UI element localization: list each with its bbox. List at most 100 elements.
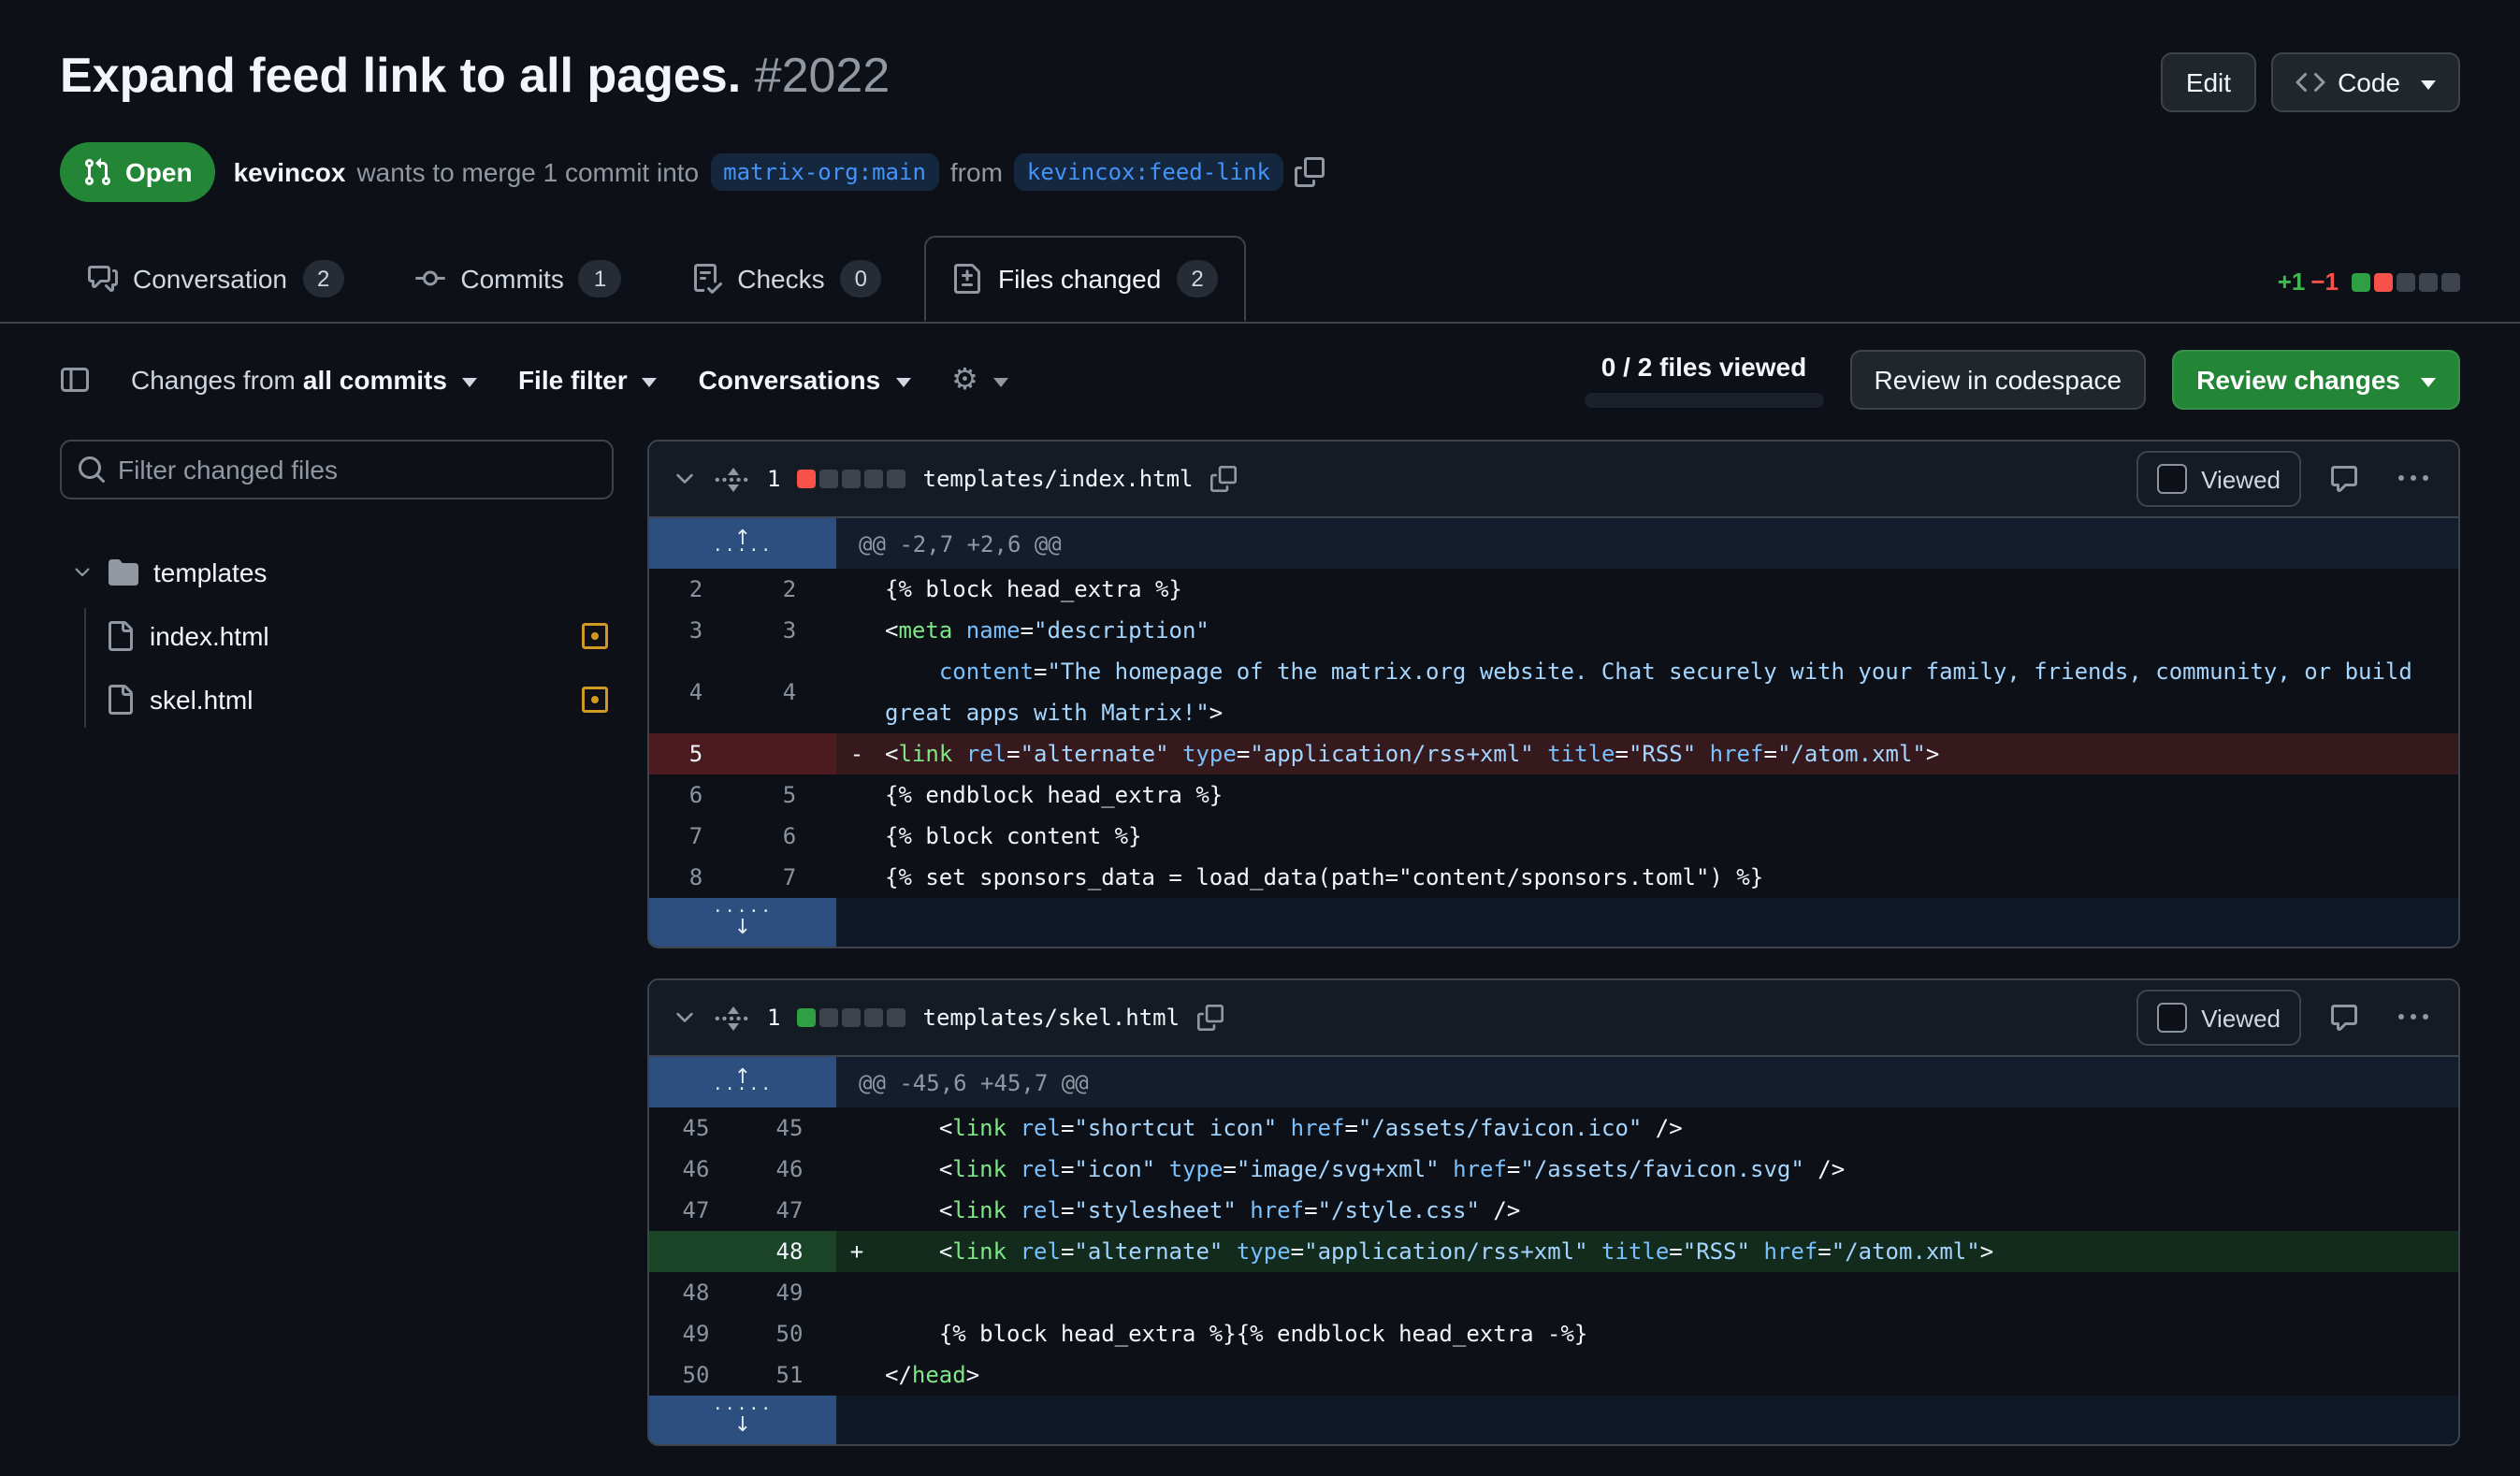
comment-icon[interactable] (2318, 991, 2370, 1044)
new-line-number[interactable]: 48 (743, 1231, 836, 1272)
old-line-number[interactable]: 45 (649, 1107, 743, 1149)
kebab-menu-icon[interactable] (2387, 453, 2440, 505)
viewed-toggle[interactable]: Viewed (2136, 451, 2301, 507)
new-line-number[interactable]: 5 (743, 774, 836, 816)
diff-line: 5-<link rel="alternate" type="applicatio… (649, 733, 2458, 774)
collapse-diff-chevron-icon[interactable] (672, 466, 698, 492)
viewed-checkbox[interactable] (2156, 464, 2186, 494)
hunk-header: @@ -2,7 +2,6 @@ (836, 518, 2458, 569)
tab-files-changed[interactable]: Files changed 2 (925, 236, 1247, 322)
copy-path-icon[interactable] (1196, 1005, 1223, 1031)
old-line-number[interactable]: 48 (649, 1272, 743, 1313)
diff-line: 5051</head> (649, 1354, 2458, 1396)
old-line-number[interactable]: 2 (649, 569, 743, 610)
diff-line: 33<meta name="description" (649, 610, 2458, 651)
tab-count: 0 (840, 260, 882, 297)
conversations-dropdown[interactable]: Conversations (699, 365, 911, 395)
review-in-codespace-button[interactable]: Review in codespace (1850, 350, 2147, 410)
chevron-down-icon (462, 377, 477, 394)
old-line-number[interactable]: 49 (649, 1313, 743, 1354)
collapse-diff-chevron-icon[interactable] (672, 1005, 698, 1031)
file-change-count: 1 (767, 466, 780, 492)
new-line-number[interactable]: 51 (743, 1354, 836, 1396)
diff-table: ↑·····@@ -45,6 +45,7 @@4545 <link rel="s… (649, 1057, 2458, 1444)
file-path[interactable]: templates/skel.html (923, 1005, 1180, 1031)
comment-icon[interactable] (2318, 453, 2370, 505)
files-viewed-bar (1585, 393, 1824, 408)
collapse-sidebar-icon[interactable] (60, 365, 90, 395)
drag-handle-icon[interactable]: ••••• (715, 1000, 750, 1035)
expand-up-button[interactable]: ↑····· (649, 518, 836, 569)
new-line-number[interactable]: 7 (743, 857, 836, 898)
tab-checks[interactable]: Checks 0 (664, 236, 910, 322)
diff-panel-index-html: ••••• 1 templates/index.html Viewed (647, 440, 2460, 948)
diff-line: 65 {% endblock head_extra %} (649, 774, 2458, 816)
kebab-menu-icon[interactable] (2387, 991, 2440, 1044)
old-line-number[interactable]: 4 (649, 651, 743, 733)
old-line-number[interactable]: 47 (649, 1190, 743, 1231)
checklist-icon (692, 264, 722, 294)
hunk-header: @@ -45,6 +45,7 @@ (836, 1057, 2458, 1107)
hunk-row: ↑·····@@ -45,6 +45,7 @@ (649, 1057, 2458, 1107)
diff-list: ••••• 1 templates/index.html Viewed (647, 440, 2460, 1476)
viewed-checkbox[interactable] (2156, 1003, 2186, 1033)
copy-path-icon[interactable] (1210, 466, 1237, 492)
new-line-number[interactable]: 45 (743, 1107, 836, 1149)
file-change-count: 1 (767, 1005, 780, 1031)
tree-folder-templates[interactable]: templates (60, 541, 614, 604)
tab-commits[interactable]: Commits 1 (387, 236, 649, 322)
new-line-number[interactable]: 2 (743, 569, 836, 610)
new-line-number[interactable]: 6 (743, 816, 836, 857)
old-line-number[interactable]: 5 (649, 733, 743, 774)
pr-title-text: Expand feed link to all pages. (60, 47, 741, 103)
old-line-number[interactable]: 50 (649, 1354, 743, 1396)
expand-down-button[interactable]: ·····↓ (649, 898, 836, 947)
new-line-number[interactable]: 46 (743, 1149, 836, 1190)
old-line-number[interactable]: 7 (649, 816, 743, 857)
line-code: {% endblock head_extra %} (877, 774, 2458, 816)
pr-status-row: Open kevincox wants to merge 1 commit in… (60, 142, 2460, 202)
old-line-number[interactable] (649, 1231, 743, 1272)
new-line-number[interactable]: 3 (743, 610, 836, 651)
drag-handle-icon[interactable]: ••••• (715, 461, 750, 497)
copy-branch-icon[interactable] (1295, 157, 1325, 187)
file-modified-icon (580, 621, 610, 651)
old-line-number[interactable]: 8 (649, 857, 743, 898)
new-line-number[interactable]: 49 (743, 1272, 836, 1313)
base-branch-label[interactable]: matrix-org:main (710, 153, 939, 191)
line-marker (836, 816, 877, 857)
diff-table: ↑·····@@ -2,7 +2,6 @@22{% block head_ext… (649, 518, 2458, 947)
expand-up-button[interactable]: ↑····· (649, 1057, 836, 1107)
code-button[interactable]: Code (2270, 52, 2460, 112)
tab-conversation[interactable]: Conversation 2 (60, 236, 372, 322)
diff-panel-skel-html: ••••• 1 templates/skel.html Viewed (647, 978, 2460, 1446)
diff-line: 4747 <link rel="stylesheet" href="/style… (649, 1190, 2458, 1231)
new-line-number[interactable] (743, 733, 836, 774)
line-code: content="The homepage of the matrix.org … (877, 651, 2458, 733)
old-line-number[interactable]: 6 (649, 774, 743, 816)
new-line-number[interactable]: 50 (743, 1313, 836, 1354)
changes-from-dropdown[interactable]: Changes from all commits (131, 365, 477, 395)
page-title: Expand feed link to all pages. #2022 (60, 45, 890, 106)
line-code: <link rel="alternate" type="application/… (877, 733, 2458, 774)
file-path[interactable]: templates/index.html (923, 466, 1194, 492)
diffstat[interactable]: +1 −1 (2278, 268, 2460, 296)
new-line-number[interactable]: 4 (743, 651, 836, 733)
pr-header: Expand feed link to all pages. #2022 Edi… (60, 0, 2460, 112)
head-branch-label[interactable]: kevincox:feed-link (1014, 153, 1283, 191)
diff-file-header: ••••• 1 templates/skel.html Viewed (649, 980, 2458, 1057)
old-line-number[interactable]: 46 (649, 1149, 743, 1190)
viewed-toggle[interactable]: Viewed (2136, 990, 2301, 1046)
old-line-number[interactable]: 3 (649, 610, 743, 651)
diffstat-square (2374, 272, 2393, 291)
tree-file-skel-html[interactable]: skel.html (101, 668, 614, 731)
diff-settings-dropdown[interactable]: ⚙ (951, 365, 1008, 395)
edit-button[interactable]: Edit (2162, 52, 2255, 112)
new-line-number[interactable]: 47 (743, 1190, 836, 1231)
review-changes-button[interactable]: Review changes (2172, 350, 2460, 410)
filter-changed-files-input[interactable] (60, 440, 614, 499)
tree-file-index-html[interactable]: index.html (101, 604, 614, 668)
file-tree-sidebar: templates index.html (60, 440, 614, 731)
expand-down-button[interactable]: ·····↓ (649, 1396, 836, 1444)
file-filter-dropdown[interactable]: File filter (518, 365, 658, 395)
